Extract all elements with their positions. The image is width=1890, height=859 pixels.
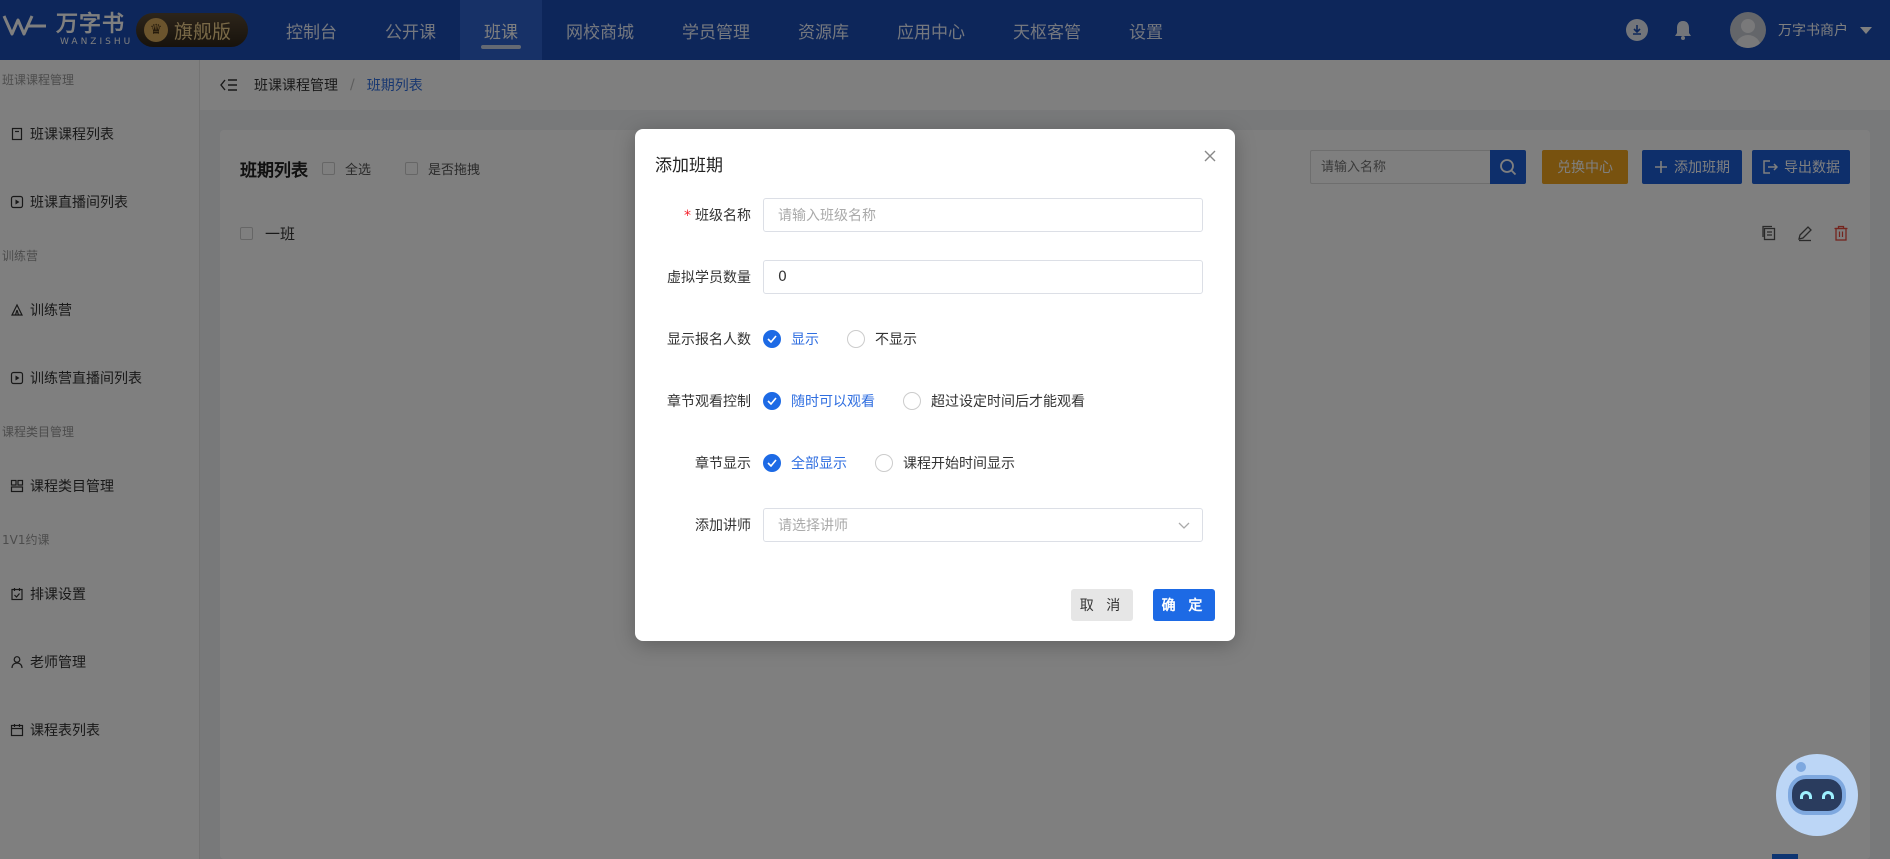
chevron-down-icon (1178, 522, 1190, 529)
form-row-show-enroll: 显示报名人数 显示 不显示 (635, 322, 1235, 356)
form-row-virtual-count: 虚拟学员数量 0 (635, 260, 1235, 294)
cancel-button[interactable]: 取 消 (1071, 589, 1133, 621)
close-icon[interactable] (1203, 149, 1217, 163)
radio-label: 超过设定时间后才能观看 (931, 394, 1085, 410)
check-icon (763, 392, 781, 410)
class-name-label: * 班级名称 (635, 205, 763, 225)
form-row-teacher: 添加讲师 请选择讲师 (635, 508, 1235, 542)
radio-circle (847, 330, 865, 348)
class-name-label-text: 班级名称 (695, 208, 751, 224)
assistant-robot-icon[interactable] (1776, 754, 1858, 836)
class-name-input[interactable]: 请输入班级名称 (763, 198, 1203, 232)
radio-anytime[interactable]: 随时可以观看 (763, 391, 875, 411)
chapter-display-label: 章节显示 (695, 456, 751, 472)
radio-show[interactable]: 显示 (763, 329, 819, 349)
radio-label: 课程开始时间显示 (903, 456, 1015, 472)
teacher-select-placeholder: 请选择讲师 (778, 518, 848, 534)
teacher-select[interactable]: 请选择讲师 (763, 508, 1203, 542)
form-row-class-name: * 班级名称 请输入班级名称 (635, 198, 1235, 232)
chapter-control-label: 章节观看控制 (667, 394, 751, 410)
virtual-count-input[interactable]: 0 (763, 260, 1203, 294)
robot-eye (1822, 791, 1834, 799)
robot-face (1788, 775, 1846, 815)
check-icon (763, 454, 781, 472)
radio-hide[interactable]: 不显示 (847, 329, 917, 349)
robot-eye (1800, 791, 1812, 799)
radio-label: 不显示 (875, 332, 917, 348)
teacher-label: 添加讲师 (695, 518, 751, 534)
radio-after-time[interactable]: 超过设定时间后才能观看 (903, 391, 1085, 411)
form-row-chapter-control: 章节观看控制 随时可以观看 超过设定时间后才能观看 (635, 384, 1235, 418)
form-row-chapter-display: 章节显示 全部显示 课程开始时间显示 (635, 446, 1235, 480)
radio-circle (903, 392, 921, 410)
show-enroll-label: 显示报名人数 (667, 332, 751, 348)
radio-label: 随时可以观看 (791, 394, 875, 410)
radio-circle (875, 454, 893, 472)
add-class-period-dialog: 添加班期 * 班级名称 请输入班级名称 虚拟学员数量 0 显示报名人数 显示 不显… (635, 129, 1235, 641)
robot-antenna (1796, 762, 1806, 772)
radio-show-all[interactable]: 全部显示 (763, 453, 847, 473)
dialog-title: 添加班期 (655, 156, 723, 176)
radio-label: 全部显示 (791, 456, 847, 472)
check-icon (763, 330, 781, 348)
radio-show-by-start-time[interactable]: 课程开始时间显示 (875, 453, 1015, 473)
virtual-count-label: 虚拟学员数量 (667, 270, 751, 286)
required-mark: * (684, 208, 691, 224)
confirm-button[interactable]: 确 定 (1153, 589, 1215, 621)
radio-label: 显示 (791, 332, 819, 348)
